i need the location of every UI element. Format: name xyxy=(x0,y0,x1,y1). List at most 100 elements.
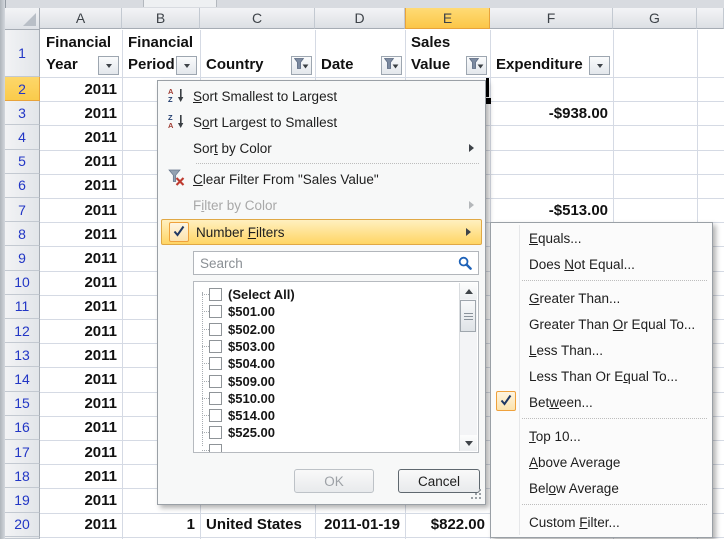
column-header-E[interactable]: E xyxy=(405,8,490,29)
checkbox[interactable] xyxy=(209,305,222,318)
cell-A7[interactable]: 2011 xyxy=(84,201,117,220)
submenu-item-greater-than-or-equal-to[interactable]: Greater Than Or Equal To... xyxy=(492,311,711,337)
list-item-$509.00[interactable]: $509.00 xyxy=(194,373,444,390)
cell-A12[interactable]: 2011 xyxy=(84,322,117,341)
row-header-10[interactable]: 10 xyxy=(5,271,40,295)
cell-A5[interactable]: 2011 xyxy=(84,152,117,171)
row-header-6[interactable]: 6 xyxy=(5,174,40,198)
cell-A16[interactable]: 2011 xyxy=(84,418,117,437)
submenu-item-above-average[interactable]: Above Average xyxy=(492,449,711,475)
filter-button-E[interactable] xyxy=(466,56,487,75)
select-all-corner[interactable] xyxy=(5,8,40,30)
filter-button-C[interactable] xyxy=(291,56,312,75)
submenu-item-equals[interactable]: Equals... xyxy=(492,225,711,251)
row-header-18[interactable]: 18 xyxy=(5,464,40,488)
list-item-$501.00[interactable]: $501.00 xyxy=(194,303,444,320)
menu-item-filter-by-color[interactable]: Filter by Color xyxy=(159,192,484,218)
checkbox[interactable] xyxy=(209,392,222,405)
row-header-8[interactable]: 8 xyxy=(5,222,40,246)
list-item-partial[interactable] xyxy=(194,442,444,453)
row-header-20[interactable]: 20 xyxy=(5,513,40,537)
row-header-17[interactable]: 17 xyxy=(5,440,40,464)
column-header-partial[interactable] xyxy=(697,8,724,29)
checkbox[interactable] xyxy=(209,288,222,301)
submenu-item-custom-filter[interactable]: Custom Filter... xyxy=(492,509,711,535)
cell-F7[interactable]: -$513.00 xyxy=(549,201,608,220)
submenu-item-less-than-or-equal-to[interactable]: Less Than Or Equal To... xyxy=(492,363,711,389)
ok-button[interactable]: OK xyxy=(294,469,374,493)
column-header-C[interactable]: C xyxy=(200,8,315,29)
list-item-$525.00[interactable]: $525.00 xyxy=(194,424,444,441)
column-header-A[interactable]: A xyxy=(40,8,122,29)
checkbox[interactable] xyxy=(209,444,222,453)
row-header-11[interactable]: 11 xyxy=(5,295,40,319)
checkbox[interactable] xyxy=(209,323,222,336)
list-item-$503.00[interactable]: $503.00 xyxy=(194,338,444,355)
row-header-1[interactable]: 1 xyxy=(5,30,40,77)
cell-A17[interactable]: 2011 xyxy=(84,443,117,462)
row-header-14[interactable]: 14 xyxy=(5,367,40,391)
submenu-item-greater-than[interactable]: Greater Than... xyxy=(492,285,711,311)
menu-item-number-filters[interactable]: Number Filters xyxy=(161,219,482,245)
submenu-item-less-than[interactable]: Less Than... xyxy=(492,337,711,363)
cell-A6[interactable]: 2011 xyxy=(84,176,117,195)
scroll-up-button[interactable] xyxy=(460,283,477,299)
submenu-item-below-average[interactable]: Below Average xyxy=(492,475,711,501)
row-header-12[interactable]: 12 xyxy=(5,319,40,343)
cell-A3[interactable]: 2011 xyxy=(84,104,117,123)
filter-button-D[interactable] xyxy=(381,56,402,75)
menu-item-sort-by-color[interactable]: Sort by Color xyxy=(159,135,484,161)
cell-A9[interactable]: 2011 xyxy=(84,249,117,268)
search-input[interactable] xyxy=(193,251,479,275)
checkbox[interactable] xyxy=(209,409,222,422)
menu-item-clear-filter-from-sales-value[interactable]: Clear Filter From "Sales Value" xyxy=(159,166,484,192)
cell-D20[interactable]: 2011-01-19 xyxy=(324,515,400,534)
column-header-G[interactable]: G xyxy=(613,8,697,29)
submenu-item-does-not-equal[interactable]: Does Not Equal... xyxy=(492,251,711,277)
row-header-15[interactable]: 15 xyxy=(5,392,40,416)
list-item-$502.00[interactable]: $502.00 xyxy=(194,321,444,338)
list-item-$504.00[interactable]: $504.00 xyxy=(194,355,444,372)
dropdown-button-F[interactable] xyxy=(589,56,610,75)
column-header-F[interactable]: F xyxy=(490,8,613,29)
row-header-4[interactable]: 4 xyxy=(5,125,40,149)
scrollbar-thumb[interactable] xyxy=(460,300,476,332)
resize-grip-icon[interactable] xyxy=(470,489,482,501)
cell-A11[interactable]: 2011 xyxy=(84,297,117,316)
submenu-item-top-10[interactable]: Top 10... xyxy=(492,423,711,449)
row-header-5[interactable]: 5 xyxy=(5,150,40,174)
list-item-$510.00[interactable]: $510.00 xyxy=(194,390,444,407)
scroll-down-button[interactable] xyxy=(460,435,477,451)
cell-A20[interactable]: 2011 xyxy=(84,515,117,534)
row-header-9[interactable]: 9 xyxy=(5,246,40,270)
cell-A14[interactable]: 2011 xyxy=(84,370,117,389)
cell-B20[interactable]: 1 xyxy=(187,515,195,534)
row-header-7[interactable]: 7 xyxy=(5,198,40,222)
row-header-2[interactable]: 2 xyxy=(5,77,40,101)
cell-A19[interactable]: 2011 xyxy=(84,491,117,510)
menu-item-sort-smallest-to-largest[interactable]: AZSort Smallest to Largest xyxy=(159,83,484,109)
row-header-3[interactable]: 3 xyxy=(5,101,40,125)
checkbox[interactable] xyxy=(209,340,222,353)
list-item-$514.00[interactable]: $514.00 xyxy=(194,407,444,424)
cell-A8[interactable]: 2011 xyxy=(84,225,117,244)
row-header-16[interactable]: 16 xyxy=(5,416,40,440)
list-scrollbar[interactable] xyxy=(459,283,477,451)
menu-item-sort-largest-to-smallest[interactable]: ZASort Largest to Smallest xyxy=(159,109,484,135)
cancel-button[interactable]: Cancel xyxy=(398,469,480,493)
dropdown-button-B[interactable] xyxy=(176,56,197,75)
checkbox[interactable] xyxy=(209,357,222,370)
cell-A10[interactable]: 2011 xyxy=(84,273,117,292)
column-header-B[interactable]: B xyxy=(122,8,200,29)
column-header-D[interactable]: D xyxy=(315,8,405,29)
checkbox[interactable] xyxy=(209,375,222,388)
cell-A18[interactable]: 2011 xyxy=(84,467,117,486)
dropdown-button-A[interactable] xyxy=(98,56,119,75)
cell-F3[interactable]: -$938.00 xyxy=(549,104,608,123)
row-header-19[interactable]: 19 xyxy=(5,488,40,512)
cell-A2[interactable]: 2011 xyxy=(84,80,117,99)
cell-A15[interactable]: 2011 xyxy=(84,394,117,413)
cell-E20[interactable]: $822.00 xyxy=(431,515,485,534)
cell-A13[interactable]: 2011 xyxy=(84,346,117,365)
list-item-(Select All)[interactable]: (Select All) xyxy=(194,286,444,303)
